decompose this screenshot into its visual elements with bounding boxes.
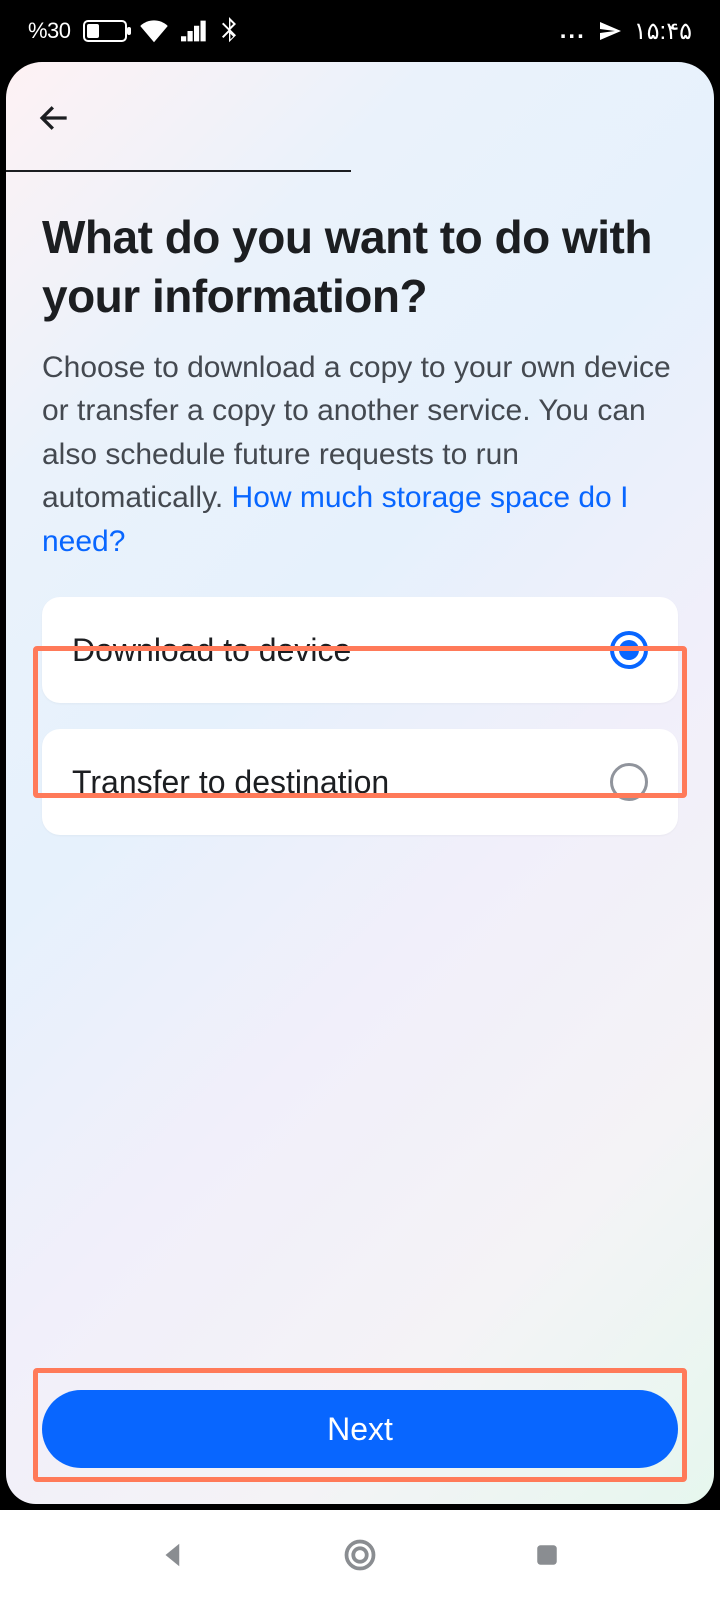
option-label: Transfer to destination bbox=[72, 764, 389, 801]
wifi-icon bbox=[139, 19, 169, 43]
options-list: Download to device Transfer to destinati… bbox=[42, 597, 678, 835]
option-label: Download to device bbox=[72, 632, 351, 669]
page-description: Choose to download a copy to your own de… bbox=[42, 346, 678, 564]
status-clock: ۱۵:۴۵ bbox=[634, 17, 692, 46]
topbar bbox=[6, 62, 714, 172]
option-download-to-device[interactable]: Download to device bbox=[42, 597, 678, 703]
system-navbar bbox=[0, 1510, 720, 1600]
radio-unselected-icon bbox=[610, 763, 648, 801]
more-icon: ... bbox=[560, 17, 586, 45]
nav-home-button[interactable] bbox=[339, 1534, 381, 1576]
status-left: %30 bbox=[28, 17, 239, 45]
page-title: What do you want to do with your informa… bbox=[42, 208, 678, 326]
option-transfer-to-destination[interactable]: Transfer to destination bbox=[42, 729, 678, 835]
footer: Next bbox=[6, 1390, 714, 1504]
status-right: ... ۱۵:۴۵ bbox=[560, 17, 692, 46]
back-button[interactable] bbox=[30, 94, 78, 142]
divider bbox=[6, 170, 351, 172]
nav-back-button[interactable] bbox=[152, 1534, 194, 1576]
app-window: What do you want to do with your informa… bbox=[6, 62, 714, 1504]
send-icon bbox=[598, 19, 622, 43]
signal-icon bbox=[181, 20, 207, 42]
battery-icon bbox=[83, 20, 127, 42]
next-button[interactable]: Next bbox=[42, 1390, 678, 1468]
bluetooth-icon bbox=[219, 17, 239, 45]
content: What do you want to do with your informa… bbox=[6, 172, 714, 1390]
nav-recent-button[interactable] bbox=[526, 1534, 568, 1576]
battery-percent: %30 bbox=[28, 18, 71, 44]
status-bar: %30 ... ۱۵:۴۵ bbox=[0, 0, 720, 62]
radio-selected-icon bbox=[610, 631, 648, 669]
